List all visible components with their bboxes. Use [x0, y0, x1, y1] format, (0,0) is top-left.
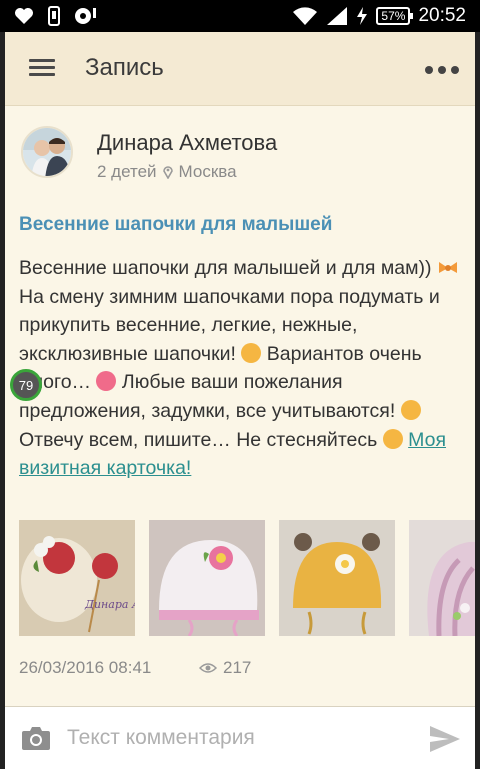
location-pin-icon	[162, 166, 173, 179]
charging-icon	[357, 7, 368, 25]
post-title: Весенние шапочки для малышей	[19, 214, 333, 235]
app-header: Запись	[5, 32, 475, 106]
children-count: 2 детей	[97, 162, 157, 181]
photo-thumbnail[interactable]	[279, 520, 395, 636]
right-edge	[475, 32, 480, 769]
ribbon-bow-icon	[438, 262, 457, 273]
comment-bar	[5, 706, 475, 769]
views-value: 217	[223, 658, 252, 677]
photo-thumbnail[interactable]: Динара Ахметова	[19, 520, 135, 636]
post-card: Динара Ахметова 2 детей Москва Весенние …	[5, 106, 475, 706]
heart-eyes-emoji-icon	[96, 371, 117, 392]
avatar[interactable]	[21, 126, 73, 178]
photo-watermark: Динара Ахметова	[84, 598, 135, 611]
battery-level: 57%	[376, 7, 414, 25]
smile-emoji-icon	[241, 342, 262, 363]
body-text-1: Весенние шапочки для малышей и для мам))	[19, 257, 432, 279]
send-icon[interactable]	[429, 725, 461, 753]
photo-thumbnail[interactable]	[409, 520, 475, 636]
smile-emoji-icon	[400, 399, 421, 420]
author-meta: 2 детей Москва	[97, 162, 237, 182]
hamburger-icon[interactable]	[29, 57, 55, 79]
post-body: Весенние шапочки для малышей и для мам))…	[19, 254, 464, 483]
wifi-icon	[293, 7, 318, 25]
eye-icon	[199, 663, 217, 673]
comment-input[interactable]	[67, 719, 407, 757]
photo-strip[interactable]: Динара Ахметова	[19, 520, 475, 636]
signal-icon	[327, 7, 348, 25]
view-count: 217	[199, 658, 251, 678]
camera-icon[interactable]	[21, 725, 51, 751]
clock: 20:52	[418, 5, 466, 26]
phone-icon	[48, 6, 60, 26]
author-name[interactable]: Динара Ахметова	[97, 130, 277, 156]
post-date: 26/03/2016 08:41	[19, 658, 152, 677]
heart-icon	[15, 8, 33, 24]
status-bar: 57% 20:52	[0, 0, 480, 32]
wink-emoji-icon	[382, 428, 403, 449]
record-icon	[75, 8, 96, 24]
more-dots-icon[interactable]	[425, 66, 459, 74]
author-city: Москва	[178, 162, 237, 181]
photo-thumbnail[interactable]	[149, 520, 265, 636]
page-title: Запись	[85, 54, 164, 81]
body-text-5: Отвечу всем, пишите… Не стесняйтесь	[19, 428, 378, 451]
floating-counter-badge[interactable]: 79	[10, 369, 42, 401]
